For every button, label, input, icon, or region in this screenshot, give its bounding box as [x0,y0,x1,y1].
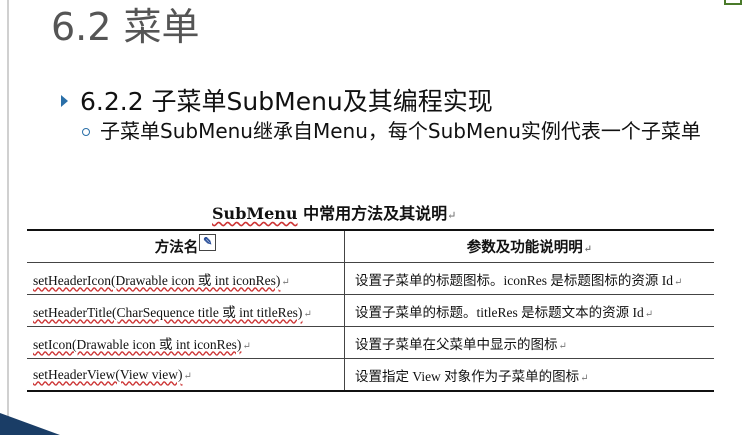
bullet-level1: 6.2.2 子菜单SubMenu及其编程实现 [61,82,493,118]
left-border-rule [7,0,9,435]
header-desc: 参数及功能说明明↵ [344,229,714,263]
desc-text: 设置子菜单在父菜单中显示的图标 [355,336,558,352]
return-mark: ↵ [583,244,593,255]
desc-text: 设置指定 View 对象作为子菜单的图标 [355,368,580,384]
hollow-circle-icon [82,128,90,136]
method-text: setIcon(Drawable icon 或 int iconRes) [33,336,242,352]
return-mark: ↵ [447,209,457,222]
return-mark: ↵ [303,308,312,320]
method-cell: setIcon(Drawable icon 或 int iconRes)↵ [27,326,345,359]
return-mark: ↵ [674,276,683,288]
desc-cell: 设置子菜单的标题。titleRes 是标题文本的资源 Id↵ [344,294,714,327]
bullet-level2: 子菜单SubMenu继承自Menu，每个SubMenu实例代表一个子菜单 [82,117,702,145]
table-header-row: 方法名 ✎ 参数及功能说明明↵ [27,229,714,263]
desc-text: 设置子菜单的标题图标。iconRes 是标题图标的资源 Id [355,272,673,288]
header-method-label: 方法名 [154,240,199,256]
bullet-level1-text: 6.2.2 子菜单SubMenu及其编程实现 [80,87,493,116]
method-cell: setHeaderView(View view)↵ [27,358,345,392]
return-mark: ↵ [242,340,251,352]
desc-cell: 设置子菜单的标题图标。iconRes 是标题图标的资源 Id↵ [344,262,714,295]
return-mark: ↵ [580,372,589,384]
caption-rest: 中常用方法及其说明 [297,204,448,223]
slide: 6.2 菜单 6.2.2 子菜单SubMenu及其编程实现 子菜单SubMenu… [0,0,742,435]
return-mark: ↵ [644,308,654,320]
table-caption: SubMenu 中常用方法及其说明↵ [212,200,456,224]
submenu-methods-table: 方法名 ✎ 参数及功能说明明↵ setHeaderIcon(Drawable ic… [27,229,714,392]
method-cell: setHeaderIcon(Drawable icon 或 int iconRe… [27,262,345,295]
bullet-level2-text: 子菜单SubMenu继承自Menu，每个SubMenu实例代表一个子菜单 [100,119,701,143]
table-row: setHeaderView(View view)↵ 设置指定 View 对象作为… [27,358,714,392]
corner-decoration [724,0,742,5]
desc-cell: 设置子菜单在父菜单中显示的图标↵ [344,326,714,359]
desc-text: 设置子菜单的标题。titleRes 是标题文本的资源 Id [355,304,644,320]
caption-prefix: SubMenu [212,204,298,223]
return-mark: ↵ [183,370,192,382]
header-desc-label: 参数及功能说明明 [466,240,583,256]
method-text: setHeaderTitle(CharSequence title 或 int … [33,304,303,320]
method-cell: setHeaderTitle(CharSequence title 或 int … [27,294,345,327]
slide-title: 6.2 菜单 [51,5,200,49]
return-mark: ↵ [281,276,290,288]
desc-cell: 设置指定 View 对象作为子菜单的图标↵ [344,358,714,392]
corner-triangle-decoration [0,413,60,435]
return-mark: ↵ [558,340,567,352]
triangle-right-icon [61,95,68,107]
edit-marker-icon: ✎ [199,234,217,251]
table-row: setHeaderTitle(CharSequence title 或 int … [27,294,714,327]
header-method: 方法名 ✎ [27,229,345,263]
method-text: setHeaderIcon(Drawable icon 或 int iconRe… [33,272,281,288]
table-row: setIcon(Drawable icon 或 int iconRes)↵ 设置… [27,326,714,359]
method-text: setHeaderView(View view) [33,366,183,382]
table-row: setHeaderIcon(Drawable icon 或 int iconRe… [27,262,714,295]
